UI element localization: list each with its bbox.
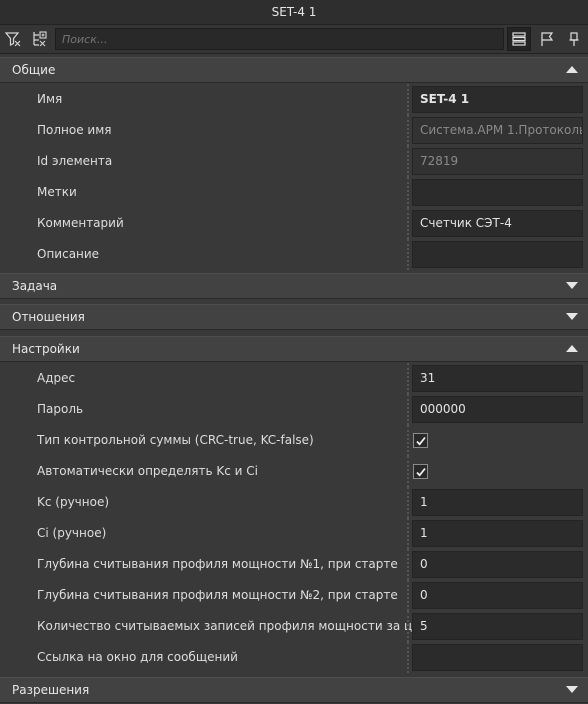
property-row-full-name: Полное имя Система.АРМ 1.Протоколы.S <box>0 115 588 146</box>
column-splitter[interactable] <box>407 580 409 611</box>
checkmark-icon <box>415 467 426 477</box>
column-splitter[interactable] <box>407 84 409 115</box>
section-relations-label: Отношения <box>12 310 85 324</box>
column-splitter[interactable] <box>407 518 409 549</box>
collapse-caret-icon[interactable] <box>566 345 578 352</box>
tree-collapse-icon[interactable] <box>27 27 51 51</box>
property-label: Адрес <box>37 371 76 385</box>
property-label: Комментарий <box>37 216 124 230</box>
toolbar <box>0 25 588 54</box>
column-splitter[interactable] <box>407 425 409 456</box>
column-splitter[interactable] <box>407 394 409 425</box>
property-label: Kc (ручное) <box>37 495 110 509</box>
property-row-address: Адрес 31 <box>0 363 588 394</box>
expand-caret-icon[interactable] <box>566 282 578 289</box>
section-relations-header[interactable]: Отношения <box>0 304 588 330</box>
property-label: Автоматически определять Kc и Ci <box>37 464 258 478</box>
auto-kc-ci-checkbox[interactable] <box>413 464 428 479</box>
expand-caret-icon[interactable] <box>566 686 578 693</box>
column-splitter[interactable] <box>407 146 409 177</box>
description-field[interactable] <box>412 241 583 268</box>
property-label: Глубина считывания профиля мощности №1, … <box>37 557 398 571</box>
expand-caret-icon[interactable] <box>566 313 578 320</box>
property-label: Описание <box>37 247 100 261</box>
property-label: Пароль <box>37 402 84 416</box>
search-input[interactable] <box>55 28 504 50</box>
profile1-depth-field[interactable]: 0 <box>412 551 583 578</box>
section-settings-header[interactable]: Настройки <box>0 336 588 362</box>
property-label: Глубина считывания профиля мощности №2, … <box>37 588 398 602</box>
column-splitter[interactable] <box>407 239 409 270</box>
collapse-caret-icon[interactable] <box>566 66 578 73</box>
property-label: Метки <box>37 185 77 199</box>
profile2-depth-field[interactable]: 0 <box>412 582 583 609</box>
property-row-auto-kc-ci: Автоматически определять Kc и Ci <box>0 456 588 487</box>
property-row-comment: Комментарий Счетчик СЭТ-4 <box>0 208 588 239</box>
name-field[interactable]: SET-4 1 <box>412 86 583 113</box>
section-settings-label: Настройки <box>12 342 80 356</box>
ci-manual-field[interactable]: 1 <box>412 520 583 547</box>
property-row-password: Пароль 000000 <box>0 394 588 425</box>
address-field[interactable]: 31 <box>412 365 583 392</box>
property-label: Ci (ручное) <box>37 526 107 540</box>
column-splitter[interactable] <box>407 115 409 146</box>
property-row-message-window-link: Ссылка на окно для сообщений <box>0 642 588 673</box>
column-splitter[interactable] <box>407 642 409 673</box>
checkmark-icon <box>415 436 426 446</box>
section-general-label: Общие <box>12 63 56 77</box>
property-label: Id элемента <box>37 154 113 168</box>
flag-icon[interactable] <box>535 27 559 51</box>
section-permissions-header[interactable]: Разрешения <box>0 677 588 703</box>
pin-icon[interactable] <box>562 27 586 51</box>
property-row-kc-manual: Kc (ручное) 1 <box>0 487 588 518</box>
section-general-header[interactable]: Общие <box>0 57 588 83</box>
property-label: Ссылка на окно для сообщений <box>37 650 238 664</box>
filter-icon[interactable] <box>1 27 25 51</box>
property-label: Тип контрольной суммы (CRC-true, KC-fals… <box>37 433 314 447</box>
section-permissions-label: Разрешения <box>12 683 90 697</box>
property-row-ci-manual: Ci (ручное) 1 <box>0 518 588 549</box>
column-splitter[interactable] <box>407 611 409 642</box>
property-label: Количество считываемых записей профиля м… <box>37 619 435 633</box>
message-window-link-field[interactable] <box>412 644 583 671</box>
property-row-element-id: Id элемента 72819 <box>0 146 588 177</box>
checksum-type-checkbox[interactable] <box>413 433 428 448</box>
comment-field[interactable]: Счетчик СЭТ-4 <box>412 210 583 237</box>
window-title: SET-4 1 <box>0 0 588 25</box>
section-task-header[interactable]: Задача <box>0 273 588 299</box>
property-row-description: Описание <box>0 239 588 270</box>
kc-manual-field[interactable]: 1 <box>412 489 583 516</box>
property-label: Полное имя <box>37 123 112 137</box>
column-splitter[interactable] <box>407 363 409 394</box>
property-row-profile1-depth: Глубина считывания профиля мощности №1, … <box>0 549 588 580</box>
element-id-field: 72819 <box>412 148 583 175</box>
column-splitter[interactable] <box>407 208 409 239</box>
property-row-tags: Метки <box>0 177 588 208</box>
full-name-field: Система.АРМ 1.Протоколы.S <box>412 117 583 144</box>
column-splitter[interactable] <box>407 549 409 580</box>
tags-field[interactable] <box>412 179 583 206</box>
column-splitter[interactable] <box>407 177 409 208</box>
password-field[interactable]: 000000 <box>412 396 583 423</box>
records-per-cycle-field[interactable]: 5 <box>412 613 583 640</box>
column-splitter[interactable] <box>407 487 409 518</box>
list-view-icon[interactable] <box>507 27 531 51</box>
property-label: Имя <box>37 92 63 106</box>
column-splitter[interactable] <box>407 456 409 487</box>
property-row-checksum-type: Тип контрольной суммы (CRC-true, KC-fals… <box>0 425 588 456</box>
property-row-name: Имя SET-4 1 <box>0 84 588 115</box>
section-task-label: Задача <box>12 279 58 293</box>
property-row-records-per-cycle: Количество считываемых записей профиля м… <box>0 611 588 642</box>
property-row-profile2-depth: Глубина считывания профиля мощности №2, … <box>0 580 588 611</box>
